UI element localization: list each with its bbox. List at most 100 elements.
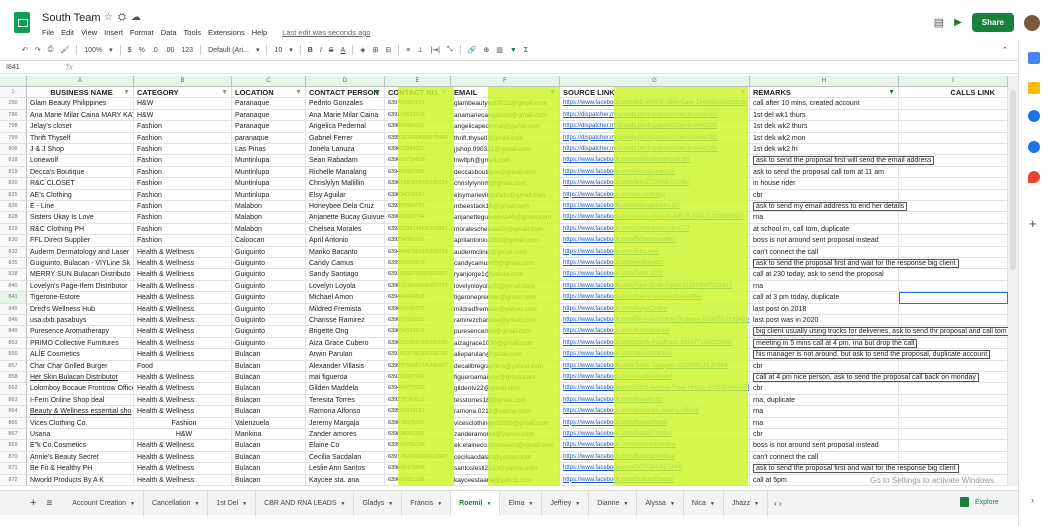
menu-help[interactable]: Help [252, 28, 267, 37]
business-name-cell[interactable]: AE's Clothing [27, 189, 134, 201]
source-link-cell[interactable]: https://www.facebook.com/kusinanijuanita… [560, 440, 750, 452]
source-link-cell[interactable]: https://dispatcher.mrspeedy.ph/dispatche… [560, 109, 750, 122]
business-name-cell[interactable]: Ana Marie Milar Caina MARY KAY [27, 109, 134, 122]
business-name-cell[interactable]: Vices Clothing Co. [27, 417, 134, 429]
contact-person-cell[interactable]: Angelica Pedernal [306, 121, 385, 133]
add-addon-icon[interactable]: + [1029, 216, 1037, 231]
remarks-cell[interactable]: cbr [750, 360, 899, 372]
source-link-cell[interactable]: https://www.facebook.com/Sacesankabsa/ [560, 451, 750, 464]
email-cell[interactable]: ramona.0212@yahoo.com [451, 406, 560, 418]
header-source-link[interactable]: SOURCE LINK ▼ [560, 87, 750, 99]
calls-link-cell[interactable] [899, 98, 1008, 110]
email-cell[interactable]: anamariecangascm@gmail.com [451, 109, 560, 122]
source-link-cell[interactable]: https://www.facebook.com/snackismeals/ [560, 372, 750, 384]
row-number[interactable]: 871 [0, 463, 27, 475]
email-cell[interactable]: deccasboutique@gmail.com [451, 166, 560, 179]
location-cell[interactable]: Bulacan [232, 474, 306, 486]
email-cell[interactable]: elsymarievinculado@gmail.com [451, 189, 560, 201]
source-link-cell[interactable]: https://www.facebook.com/MIKETORRES2096/ [560, 178, 750, 190]
location-cell[interactable]: Malabon [232, 223, 306, 236]
text-rotate-icon[interactable]: ⤡ [447, 46, 453, 54]
row-number[interactable]: 820 [0, 178, 27, 190]
contact-number-cell[interactable]: 639654542605 [385, 326, 451, 338]
calls-link-cell[interactable] [899, 360, 1008, 372]
source-link-cell[interactable]: https://www.facebook.com/Tapsi.2021 [560, 269, 750, 281]
email-cell[interactable]: puresencemnl@gmail.com [451, 326, 560, 338]
email-cell[interactable]: anjanetteguivuerra40@gmail.com [451, 212, 560, 224]
contact-number-cell[interactable]: 639099980704 [385, 212, 451, 224]
text-color-button[interactable]: A [340, 47, 345, 54]
contact-number-cell[interactable]: 639454476991/6392715 [385, 246, 451, 258]
category-cell[interactable]: Fashion [134, 189, 232, 201]
contact-person-cell[interactable]: Michael Amon [306, 292, 385, 304]
email-cell[interactable]: lovelynloyola10@gmail.com [451, 280, 560, 293]
filter-icon[interactable]: ▼ [123, 87, 130, 97]
category-cell[interactable]: Health & Wellness [134, 372, 232, 384]
source-link-cell[interactable]: https://www.facebook.com/deccaboutique/ [560, 166, 750, 179]
row-number[interactable]: 849 [0, 326, 27, 338]
contact-person-cell[interactable]: Honeybee Dela Cruz [306, 201, 385, 213]
location-cell[interactable]: Paranaque [232, 109, 306, 122]
spreadsheet-grid[interactable]: A B C D E F G H I 1 BUSINESS NAME ▼ CATEGORY ▼ LOCATIO… [0, 76, 1008, 486]
row-number[interactable]: 1 [0, 87, 27, 99]
email-cell[interactable]: alieparulan@gmail.com [451, 349, 560, 361]
expand-panel-icon[interactable]: › [1031, 495, 1034, 505]
email-cell[interactable]: decalibregraphics@yahoo.com [451, 360, 560, 372]
source-link-cell[interactable]: https://www.facebook.com/DaddyThoms/ [560, 429, 750, 441]
business-name-cell[interactable]: Dred's Wellness Hub [27, 303, 134, 315]
name-box[interactable]: I841 [6, 64, 20, 71]
location-cell[interactable]: Bulacan [232, 372, 306, 384]
header-location[interactable]: LOCATION ▼ [232, 87, 306, 99]
print-icon[interactable]: ⎙ [48, 46, 54, 54]
category-cell[interactable]: Fashion [134, 417, 232, 429]
chevron-down-icon[interactable]: ▼ [388, 501, 393, 507]
calls-link-cell[interactable] [899, 406, 1008, 418]
link-icon[interactable]: 🔗 [468, 46, 477, 54]
avatar[interactable] [1024, 14, 1040, 31]
contact-number-cell[interactable]: 639454775220 [385, 383, 451, 395]
calls-link-cell[interactable] [899, 223, 1008, 236]
location-cell[interactable]: Guiguinto [232, 280, 306, 293]
column-header-a[interactable]: A [27, 76, 134, 87]
business-name-cell[interactable]: Auderm Dermatology and Laser [27, 246, 134, 258]
contact-number-cell[interactable]: 639558898151 [385, 406, 451, 418]
redo-icon[interactable]: ↷ [35, 46, 41, 54]
menu-view[interactable]: View [81, 28, 97, 37]
email-cell[interactable]: moraleschelsea03@gmail.com [451, 223, 560, 236]
contact-person-cell[interactable]: Chelsea Morales [306, 223, 385, 236]
location-cell[interactable]: Bulacan [232, 406, 306, 418]
business-name-cell[interactable]: J & J Shop [27, 144, 134, 156]
business-name-cell[interactable]: Guiguinto, Bulacan - VIYLine Sk [27, 258, 134, 270]
row-number[interactable]: 841 [0, 292, 27, 304]
email-cell[interactable]: aprilantonio1991@gmail.com [451, 235, 560, 247]
zoom-select[interactable]: 100% [84, 47, 102, 54]
contact-number-cell[interactable]: 639482567045 [385, 166, 451, 179]
calls-link-cell[interactable] [899, 440, 1008, 452]
location-cell[interactable]: Muntinlupa [232, 155, 306, 167]
calls-link-cell[interactable] [899, 178, 1008, 190]
remarks-cell[interactable]: 1st del wk1 thurs [750, 109, 899, 122]
fill-color-icon[interactable]: ◈ [360, 46, 365, 54]
sheet-tab-cancellation[interactable]: Cancellation ▼ [144, 490, 209, 516]
contact-person-cell[interactable]: Ana Marie Milar Caina [306, 109, 385, 122]
remarks-cell[interactable]: call at 3 pm today, duplicate [750, 292, 899, 304]
row-number[interactable]: 838 [0, 269, 27, 281]
remarks-cell[interactable]: boss is not around sent proposal instead [750, 235, 899, 247]
source-link-cell[interactable]: https://www.facebook.com/BitsLane/ [560, 246, 750, 258]
chevron-down-icon[interactable]: ▼ [528, 501, 533, 507]
contact-person-cell[interactable]: Lovelyn Loyola [306, 280, 385, 293]
contact-person-cell[interactable]: Ramona Alfonso [306, 406, 385, 418]
location-cell[interactable]: Las Pinas [232, 144, 306, 156]
chevron-down-icon[interactable]: ▼ [341, 501, 346, 507]
remarks-cell[interactable]: ask to send the proposal first will send… [750, 155, 935, 167]
contact-person-cell[interactable]: Teresita Torres [306, 394, 385, 407]
column-header-h[interactable]: H [750, 76, 899, 87]
remarks-cell[interactable]: rna [750, 417, 899, 429]
document-title[interactable]: South Team [42, 12, 101, 24]
business-name-cell[interactable]: Nworld Products By A K [27, 474, 134, 486]
remarks-cell[interactable]: can't connect the call [750, 246, 899, 258]
email-cell[interactable]: chrislylynnm@gmail.com [451, 178, 560, 190]
business-name-cell[interactable]: PRIMO Collective Furnitures [27, 337, 134, 350]
row-number[interactable]: 798 [0, 121, 27, 133]
filter-icon[interactable]: ▼ [739, 87, 746, 97]
